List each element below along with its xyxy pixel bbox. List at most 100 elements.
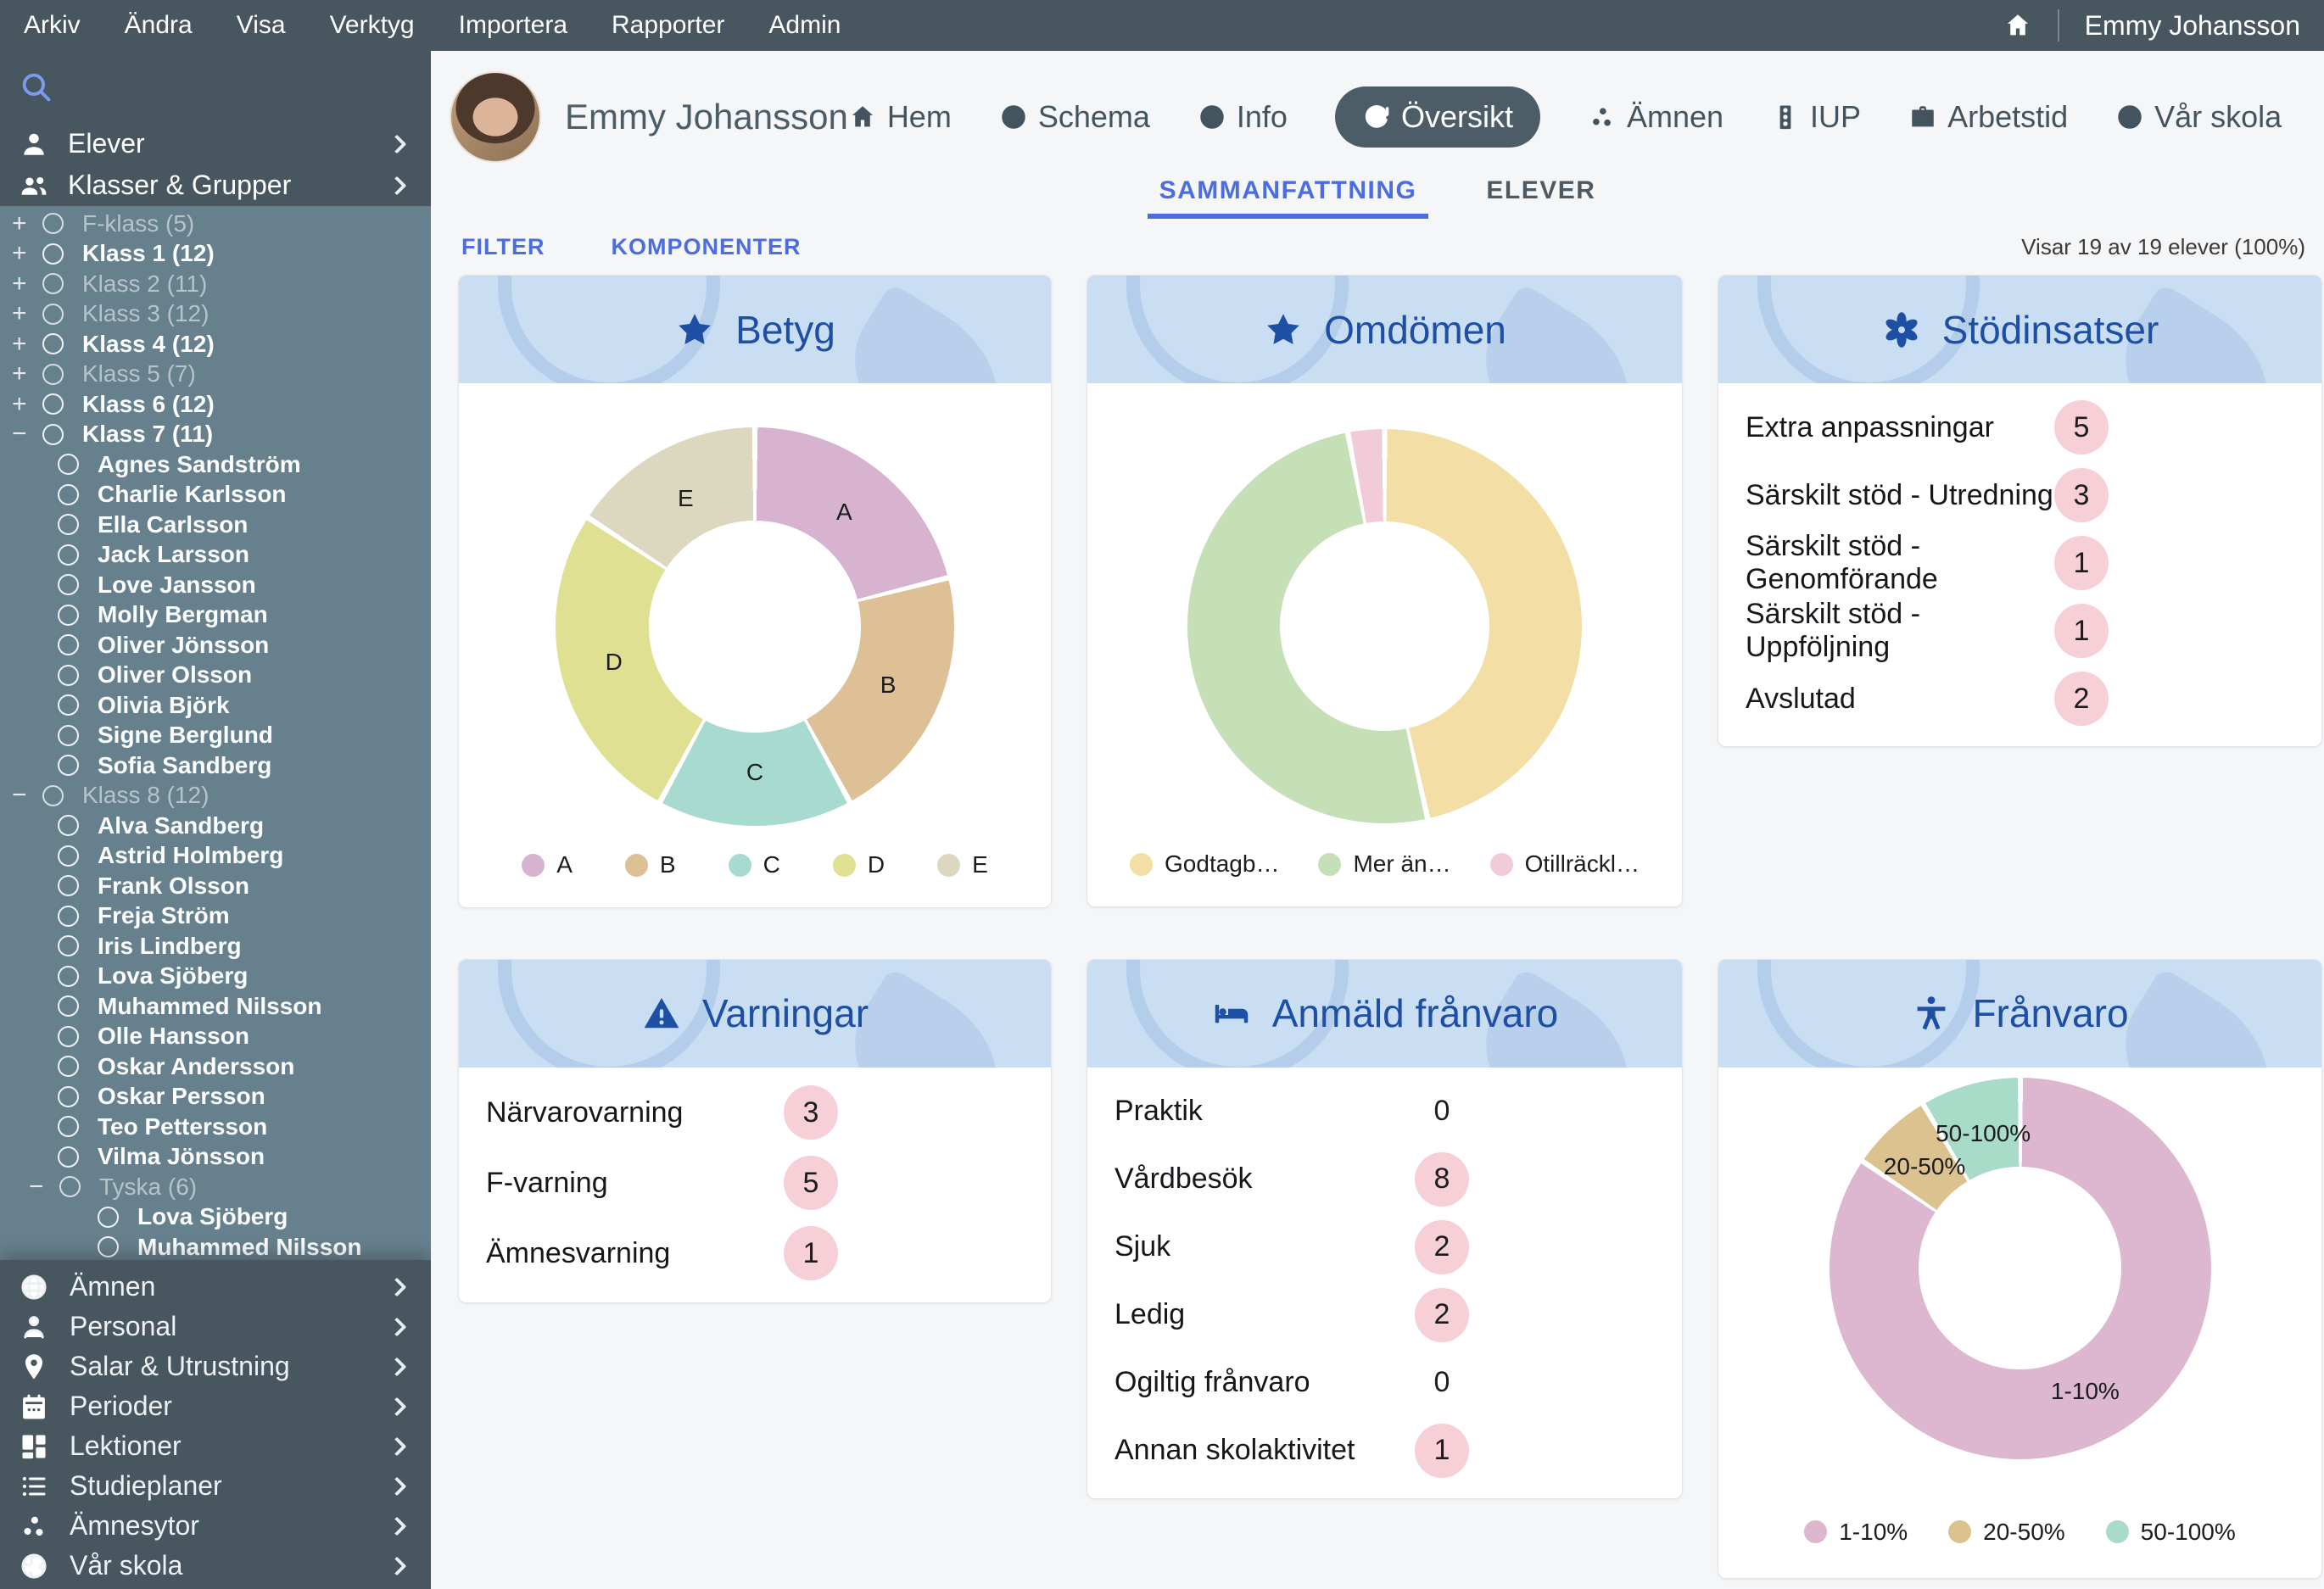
tree-item[interactable]: Iris Lindberg [0, 931, 431, 962]
tree-item[interactable]: +F-klass (5) [0, 209, 431, 239]
sidebar-item-salar-utrustning[interactable]: Salar & Utrustning [0, 1346, 431, 1386]
radio-icon[interactable] [58, 1026, 79, 1047]
radio-icon[interactable] [42, 243, 64, 265]
tree-item[interactable]: Molly Bergman [0, 600, 431, 631]
radio-icon[interactable] [42, 424, 64, 445]
sidebar-item-studieplaner[interactable]: Studieplaner [0, 1466, 431, 1506]
filter-button[interactable]: FILTER [461, 234, 545, 260]
radio-icon[interactable] [58, 755, 79, 776]
sidebar-section-elever[interactable]: Elever [0, 123, 431, 164]
stat-row[interactable]: Avslutad2 [1718, 665, 2321, 733]
radio-icon[interactable] [58, 1116, 79, 1137]
expand-icon[interactable]: + [12, 239, 42, 268]
tree-item[interactable]: Charlie Karlsson [0, 480, 431, 510]
stat-row[interactable]: Vårdbesök8 [1087, 1146, 1682, 1213]
radio-icon[interactable] [42, 333, 64, 354]
radio-icon[interactable] [58, 815, 79, 836]
radio-icon[interactable] [59, 1176, 81, 1197]
tree-item[interactable]: +Klass 5 (7) [0, 360, 431, 390]
sidebar-search[interactable] [0, 51, 431, 123]
radio-icon[interactable] [42, 213, 64, 234]
collapse-icon[interactable]: − [29, 1173, 59, 1202]
radio-icon[interactable] [58, 514, 79, 535]
tree-item[interactable]: +Klass 1 (12) [0, 239, 431, 270]
search-icon[interactable] [19, 70, 54, 105]
radio-icon[interactable] [58, 1086, 79, 1107]
tab-schema[interactable]: Schema [999, 99, 1150, 135]
tree-item[interactable]: Lova Sjöberg [0, 962, 431, 992]
expand-icon[interactable]: + [12, 270, 42, 298]
expand-icon[interactable]: + [12, 209, 42, 238]
stat-row[interactable]: Ledig2 [1087, 1281, 1682, 1349]
stat-row[interactable]: Ämnesvarning1 [459, 1218, 1051, 1289]
radio-icon[interactable] [42, 393, 64, 415]
radio-icon[interactable] [42, 304, 64, 325]
collapse-icon[interactable]: − [12, 420, 42, 449]
tree-item[interactable]: +Klass 3 (12) [0, 299, 431, 330]
radio-icon[interactable] [58, 454, 79, 475]
stat-row[interactable]: Ogiltig frånvaro0 [1087, 1349, 1682, 1417]
tree-item[interactable]: Frank Olsson [0, 871, 431, 901]
menu-item-admin[interactable]: Admin [768, 11, 841, 40]
radio-icon[interactable] [58, 605, 79, 626]
stat-row[interactable]: Extra anpassningar5 [1718, 393, 2321, 461]
sidebar-item-ämnesytor[interactable]: Ämnesytor [0, 1506, 431, 1546]
subtab-elever[interactable]: ELEVER [1474, 170, 1607, 219]
expand-icon[interactable]: + [12, 390, 42, 419]
tree-item[interactable]: Muhammed Nilsson [0, 1232, 431, 1260]
radio-icon[interactable] [58, 574, 79, 595]
tab-iup[interactable]: IUP [1771, 99, 1861, 135]
stat-row[interactable]: F-varning5 [459, 1148, 1051, 1218]
stat-row[interactable]: Sjuk2 [1087, 1213, 1682, 1281]
radio-icon[interactable] [42, 273, 64, 294]
radio-icon[interactable] [98, 1236, 119, 1257]
tree-item[interactable]: −Tyska (6) [0, 1172, 431, 1202]
menubar-user-name[interactable]: Emmy Johansson [2085, 10, 2300, 42]
radio-icon[interactable] [58, 1056, 79, 1077]
tab-översikt[interactable]: Översikt [1335, 86, 1540, 148]
tab-vår-skola[interactable]: Vår skola [2115, 99, 2282, 135]
menu-item-rapporter[interactable]: Rapporter [612, 11, 724, 40]
stat-row[interactable]: Särskilt stöd - Utredning3 [1718, 461, 2321, 529]
stat-row[interactable]: Närvarovarning3 [459, 1078, 1051, 1148]
radio-icon[interactable] [58, 875, 79, 896]
radio-icon[interactable] [58, 906, 79, 927]
menu-item-importera[interactable]: Importera [459, 11, 567, 40]
tree-item[interactable]: Vilma Jönsson [0, 1142, 431, 1173]
betyg-donut-chart[interactable]: ABCDE [556, 427, 954, 826]
subtab-sammanfattning[interactable]: SAMMANFATTNING [1148, 170, 1429, 219]
franvaro-donut-chart[interactable]: 1-10%20-50%50-100% [1830, 1078, 2211, 1459]
radio-icon[interactable] [58, 665, 79, 686]
tree-item[interactable]: Jack Larsson [0, 540, 431, 571]
radio-icon[interactable] [58, 634, 79, 655]
home-icon[interactable] [2003, 11, 2032, 40]
radio-icon[interactable] [58, 484, 79, 505]
sidebar-item-lektioner[interactable]: Lektioner [0, 1426, 431, 1466]
tree-item[interactable]: Alva Sandberg [0, 811, 431, 841]
collapse-icon[interactable]: − [12, 781, 42, 810]
radio-icon[interactable] [58, 544, 79, 566]
radio-icon[interactable] [58, 1146, 79, 1168]
stat-row[interactable]: Särskilt stöd - Genomförande1 [1718, 529, 2321, 597]
menu-item-arkiv[interactable]: Arkiv [24, 11, 81, 40]
tree-item[interactable]: +Klass 2 (11) [0, 269, 431, 299]
radio-icon[interactable] [58, 935, 79, 956]
radio-icon[interactable] [58, 694, 79, 716]
menu-item-verktyg[interactable]: Verktyg [330, 11, 415, 40]
tree-item[interactable]: Olle Hansson [0, 1022, 431, 1052]
tree-item[interactable]: −Klass 8 (12) [0, 781, 431, 811]
stat-row[interactable]: Praktik0 [1087, 1078, 1682, 1146]
expand-icon[interactable]: + [12, 299, 42, 328]
tree-item[interactable]: Signe Berglund [0, 721, 431, 751]
tree-item[interactable]: Olivia Björk [0, 690, 431, 721]
tab-ämnen[interactable]: Ämnen [1588, 99, 1723, 135]
komponenter-button[interactable]: KOMPONENTER [611, 234, 801, 260]
sidebar-item-vår-skola[interactable]: Vår skola [0, 1546, 431, 1586]
menu-item-ändra[interactable]: Ändra [125, 11, 193, 40]
tree-item[interactable]: Astrid Holmberg [0, 841, 431, 872]
tree-item[interactable]: Oskar Andersson [0, 1051, 431, 1082]
tree-item[interactable]: Oliver Jönsson [0, 630, 431, 661]
tree-item[interactable]: Oskar Persson [0, 1082, 431, 1112]
expand-icon[interactable]: + [12, 360, 42, 388]
tree-item[interactable]: +Klass 6 (12) [0, 389, 431, 420]
